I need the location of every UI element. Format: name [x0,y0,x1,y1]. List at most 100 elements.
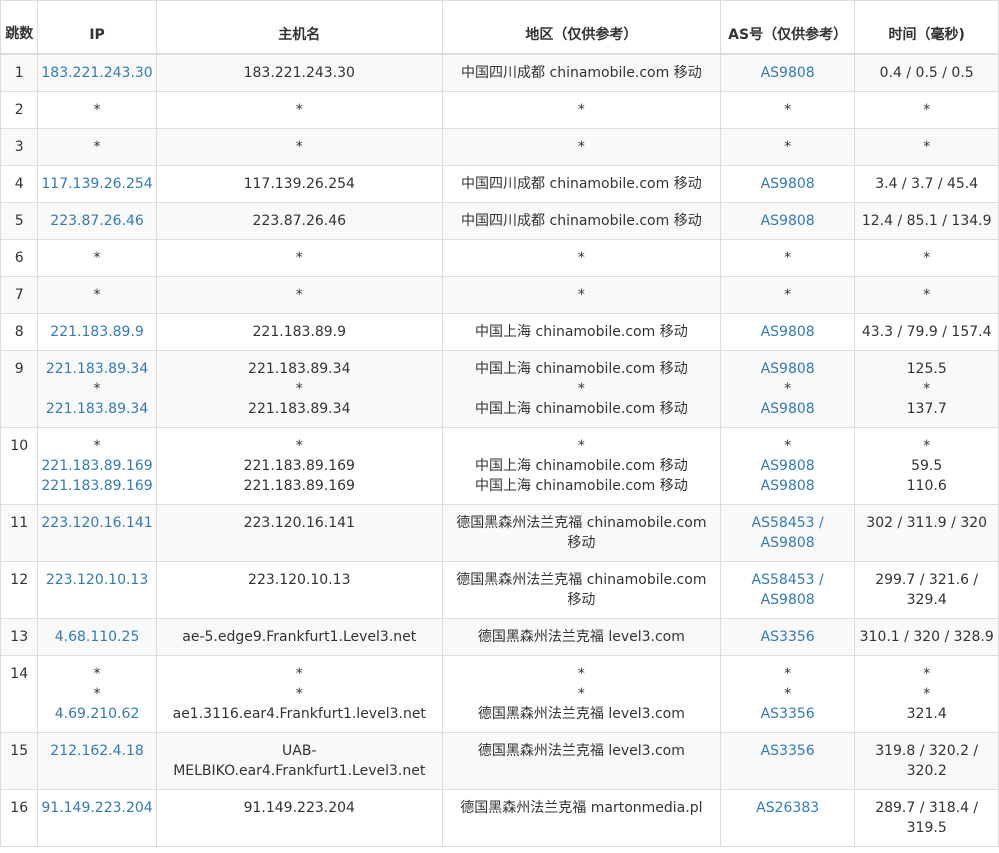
as-link: * [784,139,792,155]
as-link[interactable]: AS9808 [723,322,852,342]
as-link: * [784,250,792,266]
time-line: 302 / 311.9 / 320 [866,515,988,531]
time-line: 320.2 [906,763,947,779]
time-line: 137.7 [906,401,947,417]
geo-line: 中国上海 chinamobile.com 移动 [475,478,688,494]
time-cell: * [854,239,999,277]
geo-line: * [577,381,585,397]
geo-cell: * [441,239,721,277]
as-cell: AS3356 [719,618,856,656]
hostname-cell: UAB- MELBIKO.ear4.Frankfurt1.Level3.net [155,732,443,790]
ip-link: * [93,381,101,397]
hop-cell: 4 [0,165,39,203]
as-link[interactable]: AS9808 [723,359,852,379]
time-line: 3.4 / 3.7 / 45.4 [875,176,979,192]
as-link[interactable]: AS9808 [723,456,852,476]
as-link: * [784,686,792,702]
as-link[interactable]: AS3356 [723,627,852,647]
ip-link[interactable]: 221.183.89.169 [40,476,153,496]
hop-cell: 10 [0,427,39,505]
as-link[interactable]: AS3356 [723,704,852,724]
ip-cell: 183.221.243.30 [37,53,157,92]
time-cell: 125.5 * 137.7 [854,350,999,428]
table-row: 11 223.120.16.141 223.120.16.141 德国黑森州法兰克福 … [0,504,999,562]
as-link[interactable]: AS9808 [723,476,852,496]
time-cell: * * 321.4 [854,655,999,733]
geo-line: 中国四川成都 chinamobile.com 移动 [461,65,702,81]
as-link[interactable]: AS9808 [723,174,852,194]
ip-link[interactable]: 4.68.110.25 [40,627,153,647]
table-row: 6 * * * * * [0,239,999,277]
ip-cell: 117.139.26.254 [37,165,157,203]
ip-link[interactable]: 91.149.223.204 [40,798,153,818]
hostname-line: 223.120.16.141 [243,515,355,531]
hostname-cell: 223.120.16.141 [155,504,443,562]
table-row: 5 223.87.26.46 223.87.26.46 中国四川成都 chinamob… [0,202,999,240]
table-row: 4 117.139.26.254 117.139.26.254 中国四川成都 chin… [0,165,999,203]
hop-cell: 7 [0,276,39,314]
ip-link[interactable]: 223.120.10.13 [40,570,153,590]
as-link: * [784,102,792,118]
as-link[interactable]: AS9808 [723,211,852,231]
time-line: * [923,686,931,702]
geo-cell: 中国上海 chinamobile.com 移动 * 中国上海 chinamobile… [441,350,721,428]
ip-link[interactable]: 221.183.89.34 [40,399,153,419]
ip-link: * [93,666,101,682]
geo-line: 德国黑森州法兰克福 level3.com [477,743,685,759]
geo-line: * [577,139,585,155]
as-cell: * [719,276,856,314]
hostname-line: * [295,102,303,118]
geo-cell: * [441,91,721,129]
ip-link: * [93,139,101,155]
time-cell: 12.4 / 85.1 / 134.9 [854,202,999,240]
geo-line: 中国上海 chinamobile.com 移动 [475,458,688,474]
time-line: 310.1 / 320 / 328.9 [859,629,994,645]
as-link[interactable]: AS9808 [723,590,852,610]
as-link[interactable]: AS9808 [723,63,852,83]
hop-cell: 6 [0,239,39,277]
as-link: * [784,438,792,454]
ip-cell: 91.149.223.204 [37,789,157,847]
hostname-line: 223.120.10.13 [248,572,351,588]
hostname-line: * [295,686,303,702]
ip-link[interactable]: 221.183.89.169 [40,456,153,476]
hop-cell: 3 [0,128,39,166]
hostname-cell: 223.120.10.13 [155,561,443,619]
geo-cell: 德国黑森州法兰克福 chinamobile.com 移动 [441,504,721,562]
as-link[interactable]: AS9808 [723,399,852,419]
ip-link[interactable]: 183.221.243.30 [40,63,153,83]
time-cell: 302 / 311.9 / 320 [854,504,999,562]
ip-link[interactable]: 221.183.89.9 [40,322,153,342]
time-line: 0.4 / 0.5 / 0.5 [879,65,974,81]
as-link[interactable]: AS26383 [723,798,852,818]
as-link[interactable]: AS9808 [723,533,852,553]
hostname-cell: 221.183.89.9 [155,313,443,351]
ip-link[interactable]: 212.162.4.18 [40,741,153,761]
as-cell: * [719,239,856,277]
header-hostname: 主机名 [155,0,443,55]
hostname-line: * [295,250,303,266]
as-link[interactable]: AS58453 / [723,570,852,590]
as-link[interactable]: AS58453 / [723,513,852,533]
time-cell: 289.7 / 318.4 / 319.5 [854,789,999,847]
hostname-line: ae1.3116.ear4.Frankfurt1.level3.net [172,706,426,722]
ip-cell: * 221.183.89.169 221.183.89.169 [37,427,157,505]
hop-cell: 1 [0,53,39,92]
geo-line: 中国上海 chinamobile.com 移动 [475,324,688,340]
hostname-line: * [295,381,303,397]
ip-link[interactable]: 223.120.16.141 [40,513,153,533]
table-row: 8 221.183.89.9 221.183.89.9 中国上海 chinamobil… [0,313,999,351]
ip-link[interactable]: 4.69.210.62 [40,704,153,724]
hop-cell: 9 [0,350,39,428]
ip-link[interactable]: 221.183.89.34 [40,359,153,379]
table-row: 1 183.221.243.30 183.221.243.30 中国四川成都 chin… [0,53,999,92]
time-line: * [923,287,931,303]
table-row: 15 212.162.4.18 UAB- MELBIKO.ear4.Frankfurt… [0,732,999,790]
as-link[interactable]: AS3356 [723,741,852,761]
ip-link[interactable]: 117.139.26.254 [40,174,153,194]
hostname-line: 117.139.26.254 [243,176,355,192]
as-cell: AS58453 /AS9808 [719,504,856,562]
time-line: * [923,139,931,155]
geo-line: 中国四川成都 chinamobile.com 移动 [461,213,702,229]
ip-link[interactable]: 223.87.26.46 [40,211,153,231]
